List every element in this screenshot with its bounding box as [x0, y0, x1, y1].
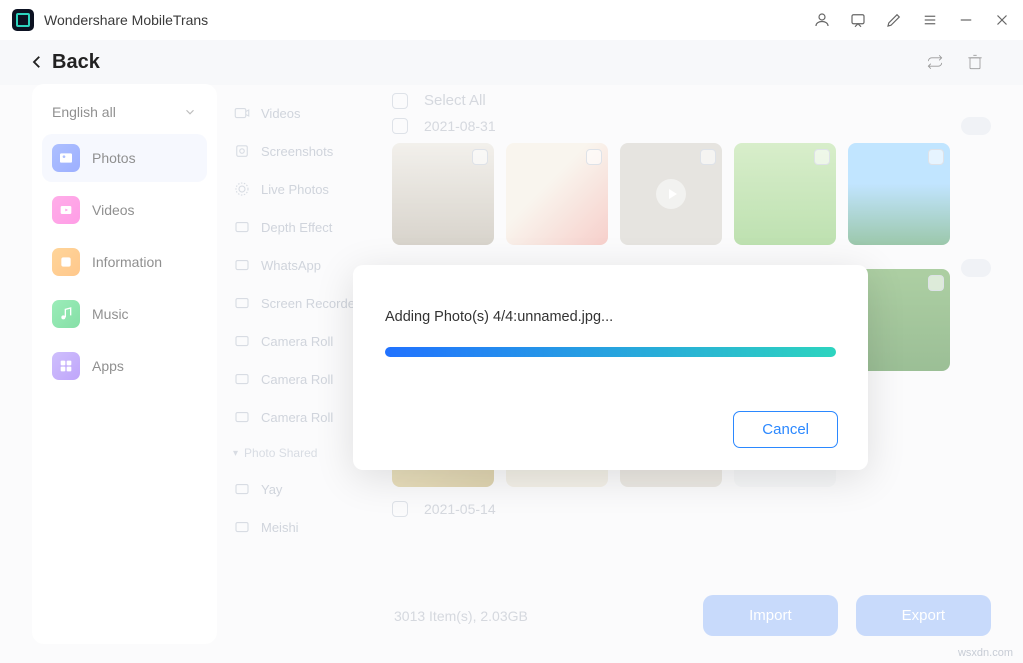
date-checkbox[interactable] [392, 501, 408, 517]
album-videos[interactable]: Videos [225, 94, 384, 132]
date-label: 2021-08-31 [424, 118, 496, 134]
play-icon [656, 179, 686, 209]
thumb-checkbox[interactable] [928, 149, 944, 165]
item-summary: 3013 Item(s), 2.03GB [394, 608, 528, 624]
user-icon[interactable] [813, 11, 831, 29]
language-label: English all [52, 104, 116, 120]
sidebar-item-apps[interactable]: Apps [42, 342, 207, 390]
thumb-checkbox[interactable] [586, 149, 602, 165]
app-title: Wondershare MobileTrans [44, 12, 208, 28]
sidebar-item-label: Information [92, 254, 162, 270]
select-all-checkbox[interactable] [392, 93, 408, 109]
count-badge [961, 259, 991, 277]
photo-thumb[interactable] [848, 143, 950, 245]
album-yay[interactable]: Yay [225, 470, 384, 508]
import-button[interactable]: Import [703, 595, 838, 636]
feedback-icon[interactable] [849, 11, 867, 29]
thumb-checkbox[interactable] [472, 149, 488, 165]
photo-thumb[interactable] [734, 143, 836, 245]
album-livephotos[interactable]: Live Photos [225, 170, 384, 208]
back-button[interactable]: Back [28, 51, 100, 74]
music-icon [52, 300, 80, 328]
count-badge [961, 117, 991, 135]
album-meishi[interactable]: Meishi [225, 508, 384, 546]
photo-thumb[interactable] [392, 143, 494, 245]
sidebar-item-label: Music [92, 306, 129, 322]
watermark: wsxdn.com [958, 647, 1013, 659]
close-icon[interactable] [993, 11, 1011, 29]
videos-icon [52, 196, 80, 224]
chevron-down-icon [183, 105, 197, 119]
app-logo-icon [12, 9, 34, 31]
edit-icon[interactable] [885, 11, 903, 29]
cancel-button[interactable]: Cancel [733, 411, 838, 448]
language-dropdown[interactable]: English all [42, 96, 207, 128]
album-screenshots[interactable]: Screenshots [225, 132, 384, 170]
video-thumb[interactable] [620, 143, 722, 245]
export-button[interactable]: Export [856, 595, 991, 636]
minimize-icon[interactable] [957, 11, 975, 29]
thumb-checkbox[interactable] [814, 149, 830, 165]
sidebar-item-label: Photos [92, 150, 136, 166]
refresh-icon[interactable] [925, 52, 945, 72]
album-deptheffect[interactable]: Depth Effect [225, 208, 384, 246]
photos-icon [52, 144, 80, 172]
footer-bar: 3013 Item(s), 2.03GB Import Export [392, 595, 991, 636]
date-group: 2021-05-14 [392, 501, 999, 517]
sidebar-item-music[interactable]: Music [42, 290, 207, 338]
backbar: Back [0, 40, 1023, 84]
sidebar-item-label: Apps [92, 358, 124, 374]
apps-icon [52, 352, 80, 380]
category-sidebar: English all Photos Videos Information Mu… [32, 84, 217, 644]
sidebar-item-information[interactable]: Information [42, 238, 207, 286]
back-label: Back [52, 51, 100, 74]
trash-icon[interactable] [965, 52, 985, 72]
info-icon [52, 248, 80, 276]
date-group: 2021-08-31 [392, 117, 999, 135]
select-all-label: Select All [424, 92, 486, 109]
select-all-row: Select All [392, 92, 999, 109]
sidebar-item-videos[interactable]: Videos [42, 186, 207, 234]
sidebar-item-label: Videos [92, 202, 135, 218]
photo-thumb[interactable] [506, 143, 608, 245]
progress-message: Adding Photo(s) 4/4:unnamed.jpg... [385, 309, 836, 325]
date-label: 2021-05-14 [424, 501, 496, 517]
titlebar: Wondershare MobileTrans [0, 0, 1023, 40]
date-checkbox[interactable] [392, 118, 408, 134]
progress-bar [385, 347, 836, 357]
thumb-checkbox[interactable] [700, 149, 716, 165]
menu-icon[interactable] [921, 11, 939, 29]
sidebar-item-photos[interactable]: Photos [42, 134, 207, 182]
progress-dialog: Adding Photo(s) 4/4:unnamed.jpg... Cance… [353, 265, 868, 470]
thumb-checkbox[interactable] [928, 275, 944, 291]
